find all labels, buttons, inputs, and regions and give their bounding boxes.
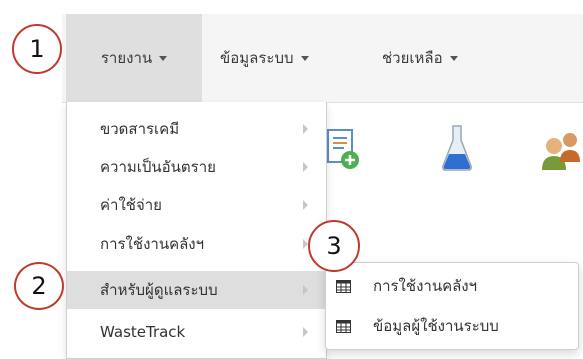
report-dropdown-menu: ขวดสารเคมี ความเป็นอันตราย ค่าใช้จ่าย กา… bbox=[66, 102, 327, 359]
table-icon bbox=[336, 279, 351, 293]
menu-item-wastetrack[interactable]: WasteTrack bbox=[67, 313, 326, 351]
menu-item-for-admin[interactable]: สำหรับผู้ดูแลระบบ bbox=[67, 271, 326, 309]
caret-down-icon bbox=[300, 55, 309, 61]
chevron-right-icon bbox=[303, 124, 308, 134]
nav-menu-report-label: รายงาน bbox=[100, 49, 153, 67]
step-badge-2: 2 bbox=[14, 262, 64, 310]
menu-item-label: WasteTrack bbox=[100, 323, 186, 341]
nav-menu-help[interactable]: ช่วยเหลือ bbox=[382, 14, 458, 102]
top-navbar: รายงาน ข้อมูลระบบ ช่วยเหลือ bbox=[62, 14, 583, 103]
chevron-right-icon bbox=[303, 327, 308, 337]
nav-menu-help-label: ช่วยเหลือ bbox=[382, 49, 443, 67]
submenu-item-user-data[interactable]: ข้อมูลผู้ใช้งานระบบ bbox=[326, 309, 578, 343]
menu-item-label: ค่าใช้จ่าย bbox=[100, 196, 162, 214]
submenu-item-label: ข้อมูลผู้ใช้งานระบบ bbox=[373, 317, 499, 335]
chevron-right-icon bbox=[303, 162, 308, 172]
caret-down-icon bbox=[159, 55, 168, 61]
menu-item-inventory-usage[interactable]: การใช้งานคลังฯ bbox=[67, 225, 326, 263]
admin-submenu: การใช้งานคลังฯ ข้อมูลผู้ใช้งานระบบ bbox=[325, 262, 579, 350]
chevron-right-icon bbox=[303, 285, 308, 295]
menu-item-label: การใช้งานคลังฯ bbox=[100, 235, 205, 253]
menu-item-hazards[interactable]: ความเป็นอันตราย bbox=[67, 148, 326, 186]
table-icon bbox=[336, 319, 351, 333]
users-icon[interactable] bbox=[534, 112, 583, 184]
menu-item-label: สำหรับผู้ดูแลระบบ bbox=[100, 281, 218, 299]
menu-item-expenses[interactable]: ค่าใช้จ่าย bbox=[67, 186, 326, 224]
menu-item-chemical-bottles[interactable]: ขวดสารเคมี bbox=[67, 110, 326, 148]
nav-menu-report[interactable]: รายงาน bbox=[66, 14, 202, 102]
caret-down-icon bbox=[449, 55, 458, 61]
chevron-right-icon bbox=[303, 200, 308, 210]
submenu-item-label: การใช้งานคลังฯ bbox=[373, 277, 478, 295]
flask-icon[interactable] bbox=[432, 112, 482, 184]
nav-menu-system-data[interactable]: ข้อมูลระบบ bbox=[220, 14, 309, 102]
submenu-item-inventory-usage[interactable]: การใช้งานคลังฯ bbox=[326, 269, 578, 303]
step-badge-3: 3 bbox=[308, 220, 360, 272]
menu-item-label: ขวดสารเคมี bbox=[100, 120, 180, 138]
step-badge-1: 1 bbox=[12, 24, 62, 74]
nav-menu-system-data-label: ข้อมูลระบบ bbox=[220, 49, 294, 67]
menu-item-label: ความเป็นอันตราย bbox=[100, 158, 216, 176]
